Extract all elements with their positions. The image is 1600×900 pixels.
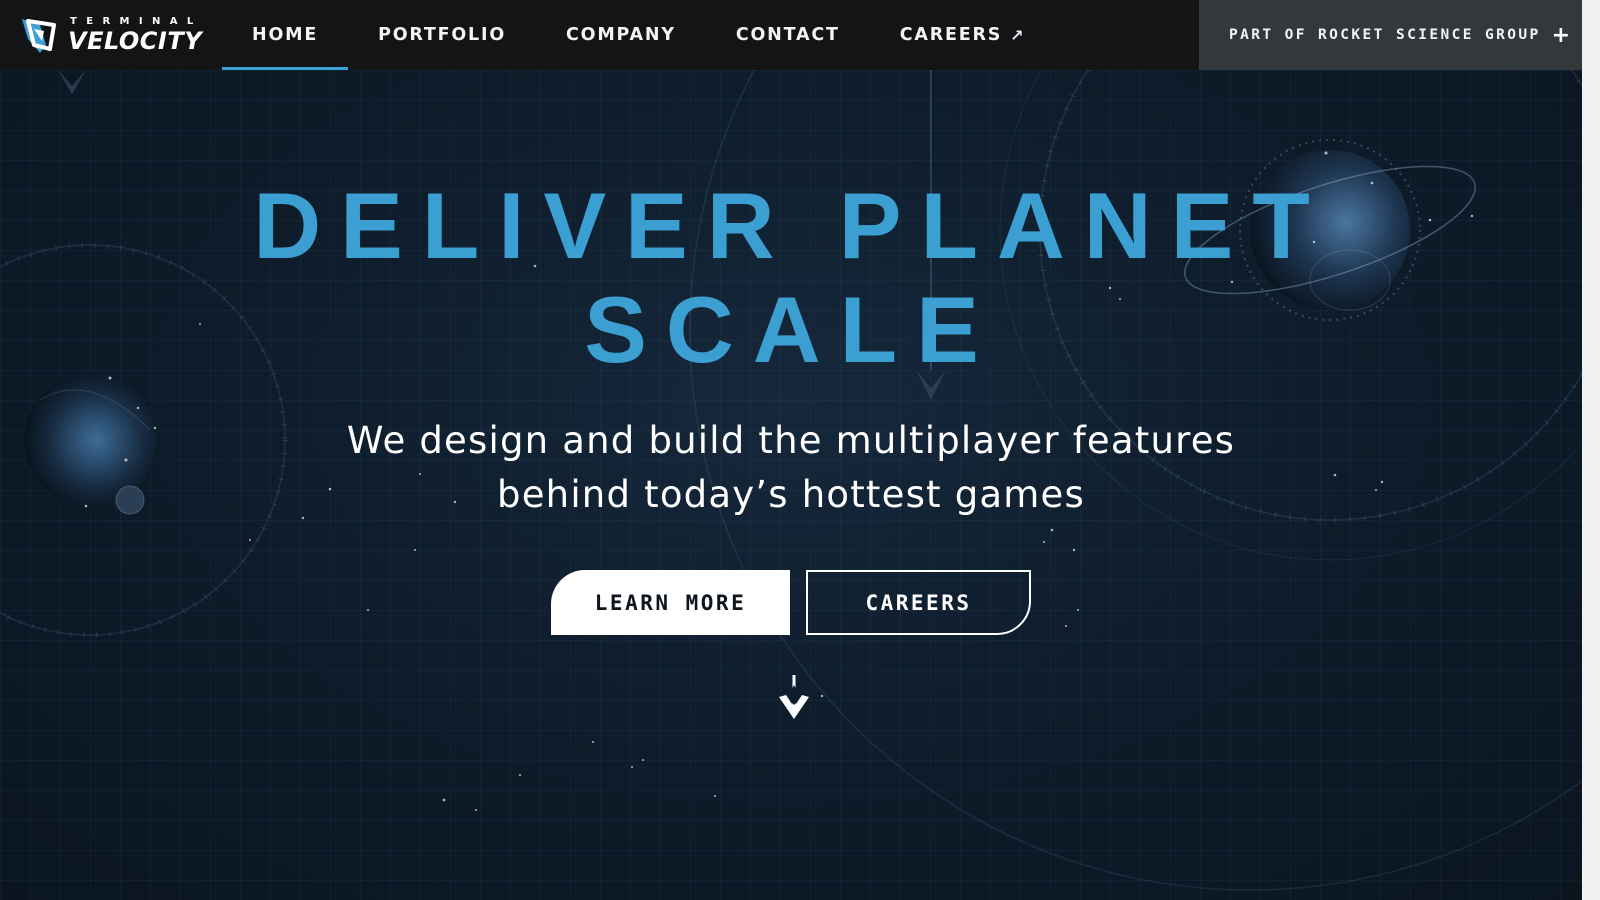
hero-cta-group: LEARN MORE CAREERS — [551, 570, 1031, 635]
hero-headline: DELIVER PLANET SCALE — [0, 174, 1582, 382]
brand-wordmark: TERMINAL VELOCITY — [68, 16, 203, 55]
terminal-velocity-logo-icon — [22, 19, 56, 53]
nav-item-portfolio[interactable]: PORTFOLIO — [348, 0, 536, 70]
nav-item-label: COMPANY — [566, 25, 676, 45]
top-navigation-bar: TERMINAL VELOCITY HOME PORTFOLIO COMPANY… — [0, 0, 1582, 70]
subhead-line-2: behind today’s hottest games — [497, 473, 1085, 516]
brand-name-bottom: VELOCITY — [68, 27, 203, 55]
nav-item-label: HOME — [252, 25, 319, 45]
nav-item-contact[interactable]: CONTACT — [706, 0, 870, 70]
nav-item-company[interactable]: COMPANY — [536, 0, 706, 70]
main-nav: HOME PORTFOLIO COMPANY CONTACT CAREERS ↗ — [222, 0, 1055, 70]
group-label: PART OF ROCKET SCIENCE GROUP — [1229, 27, 1541, 43]
hero-section: DELIVER PLANET SCALE We design and build… — [0, 70, 1582, 900]
scroll-down-arrow-icon[interactable] — [776, 675, 812, 721]
nav-item-label: CONTACT — [735, 25, 840, 45]
nav-item-label: PORTFOLIO — [378, 25, 506, 45]
external-arrow-icon: ↗ — [1010, 25, 1026, 45]
subhead-line-1: We design and build the multiplayer feat… — [346, 419, 1236, 462]
hero-subheading: We design and build the multiplayer feat… — [0, 414, 1582, 522]
learn-more-button[interactable]: LEARN MORE — [551, 570, 790, 635]
nav-item-label: CAREERS — [899, 25, 1003, 45]
headline-line-1: DELIVER PLANET — [253, 173, 1329, 278]
brand-logo-link[interactable]: TERMINAL VELOCITY — [20, 14, 205, 56]
plus-icon: + — [1551, 22, 1570, 48]
rocket-science-group-link[interactable]: PART OF ROCKET SCIENCE GROUP + — [1199, 0, 1582, 70]
page-scrollbar[interactable] — [1582, 0, 1600, 900]
careers-button[interactable]: CAREERS — [806, 570, 1031, 635]
brand-name-top: TERMINAL — [70, 16, 203, 27]
nav-item-careers[interactable]: CAREERS ↗ — [870, 0, 1056, 70]
nav-item-home[interactable]: HOME — [222, 0, 349, 70]
headline-line-2: SCALE — [584, 277, 998, 382]
